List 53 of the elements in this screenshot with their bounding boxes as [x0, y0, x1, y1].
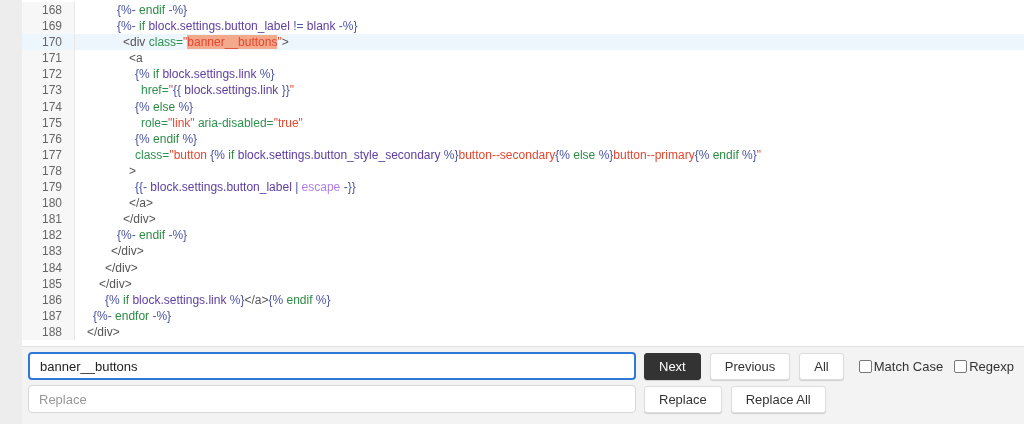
- code-line: {%- if block.settings.button_label != blank -%}: [116, 18, 358, 35]
- code-line: {% if block.settings.link %}: [134, 66, 275, 83]
- line-number: 175: [41, 115, 62, 130]
- option-label: Regexp: [969, 358, 1014, 374]
- line-number: 174: [41, 99, 62, 114]
- code-line: </div>: [122, 211, 156, 228]
- line-number: 184: [41, 260, 62, 275]
- line-number: 185: [41, 276, 62, 291]
- line-number: 187: [41, 308, 62, 323]
- code-line: {% if block.settings.link %}</a>{% endif %}: [104, 291, 331, 308]
- line-number: 171: [41, 51, 62, 66]
- code-line: {%- endfor -%}: [92, 307, 172, 324]
- line-number: 177: [41, 147, 62, 162]
- line-number: 188: [41, 324, 62, 339]
- code-line: class="button {% if block.settings.button_style_secondary %}button--secondary{% else %}button--primary{% endif %}": [134, 146, 761, 163]
- code-line: </div>: [86, 323, 120, 340]
- line-number: 181: [41, 212, 62, 227]
- find-field[interactable]: banner__buttons: [28, 352, 636, 380]
- line-number: 173: [41, 83, 62, 98]
- find-button[interactable]: All: [799, 352, 844, 380]
- line-number: 168: [41, 3, 62, 17]
- code-line: <a: [128, 50, 143, 67]
- replace-button[interactable]: Replace All: [730, 385, 826, 413]
- code-line: </div>: [98, 275, 132, 292]
- line-number: 182: [41, 228, 62, 243]
- code-line: {% endif %}: [134, 130, 198, 147]
- code-line: </div>: [104, 259, 138, 276]
- checkbox[interactable]: [954, 359, 968, 373]
- line-number: 176: [41, 131, 62, 146]
- code-line: {% else %}: [134, 98, 194, 115]
- line-number: 186: [41, 292, 62, 307]
- find-button[interactable]: Previous: [709, 352, 791, 380]
- code-line: </div>: [110, 243, 144, 260]
- code-line: role="link" aria-disabled="true": [140, 114, 303, 131]
- line-number: 183: [41, 244, 62, 259]
- line-number: 179: [41, 180, 62, 195]
- code-line: href="{{ block.settings.link }}": [140, 82, 294, 99]
- replace-button[interactable]: Replace: [644, 385, 722, 413]
- code-line: {{- block.settings.button_label | escape -}}: [134, 179, 356, 196]
- code-line: {%- endif -%}: [116, 2, 188, 19]
- code-line: {%- endif -%}: [116, 227, 188, 244]
- option-label: Match Case: [873, 358, 944, 374]
- line-number: 170: [41, 35, 62, 50]
- code-line: </a>: [128, 195, 154, 212]
- code-line: >: [128, 162, 137, 180]
- replace-field[interactable]: Replace: [28, 385, 636, 413]
- line-number: 180: [41, 196, 62, 211]
- line-number: 178: [41, 163, 62, 178]
- line-number: 169: [41, 19, 62, 34]
- line-number: 172: [41, 67, 62, 82]
- find-button[interactable]: Next: [644, 352, 701, 380]
- checkbox[interactable]: [858, 359, 872, 373]
- code-line: <div class="banner__buttons">: [122, 34, 289, 51]
